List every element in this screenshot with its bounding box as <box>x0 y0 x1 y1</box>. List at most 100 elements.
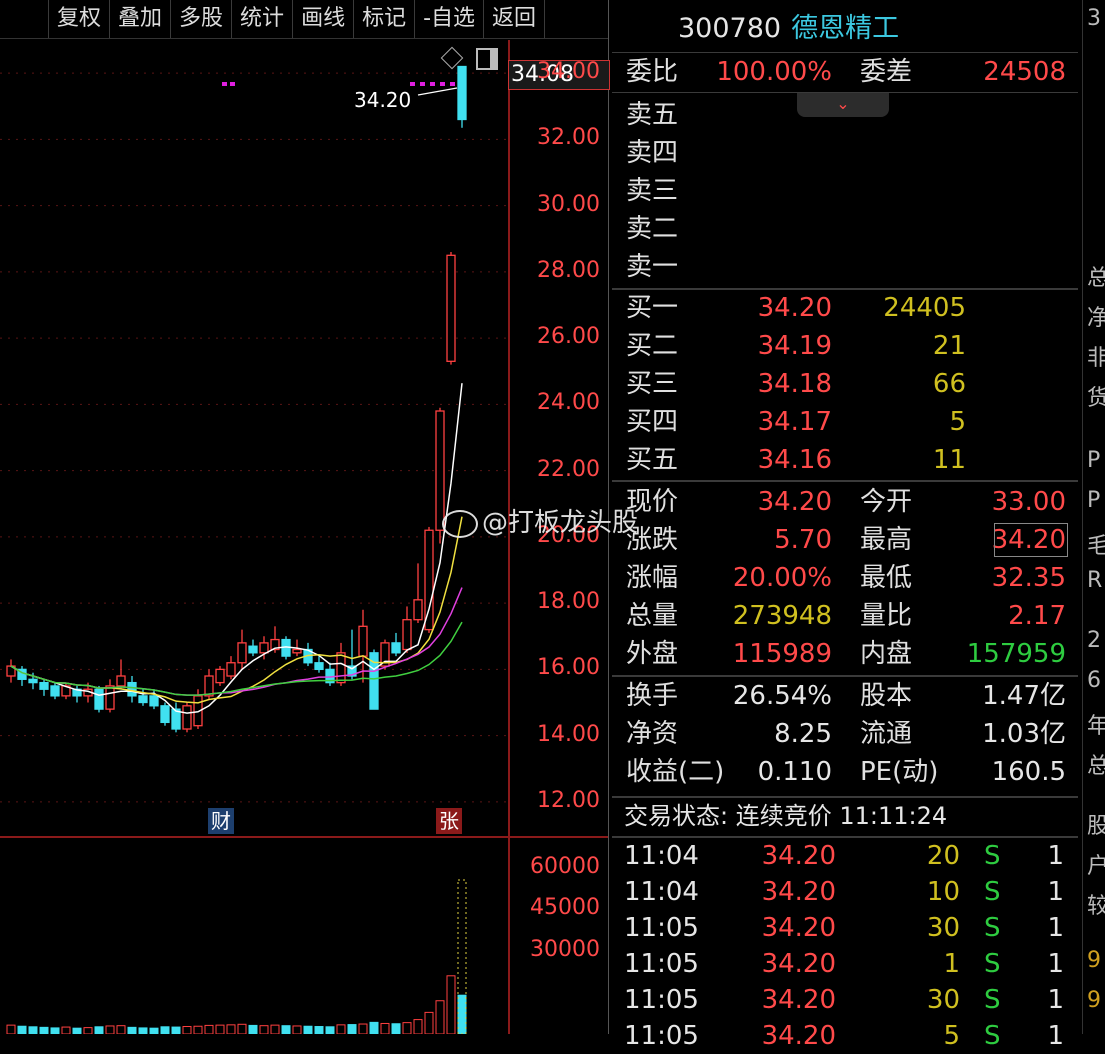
candle-body[interactable] <box>116 675 126 687</box>
fund-label: 换手 <box>626 681 679 711</box>
candle-body[interactable] <box>204 675 214 697</box>
volume-bar <box>204 1024 214 1034</box>
volume-bar <box>259 1025 269 1034</box>
price-axis-tick: 18.00 <box>537 589 600 615</box>
price-axis-tick: 16.00 <box>537 655 600 681</box>
candle-body[interactable] <box>391 642 401 654</box>
candle-body[interactable] <box>50 685 60 697</box>
signal-marker <box>222 82 227 86</box>
buy-level-price: 34.18 <box>757 369 832 399</box>
edge-glyph: 6 <box>1087 668 1101 693</box>
edge-glyph: 3 <box>1087 6 1101 31</box>
buy-level-volume: 66 <box>932 369 966 399</box>
candle-body[interactable] <box>314 662 324 671</box>
ma30-line <box>10 621 463 696</box>
window-toggle-icon[interactable] <box>476 48 498 70</box>
edge-glyph: 股 <box>1087 808 1105 840</box>
volume-bar <box>369 1021 379 1034</box>
candle-body[interactable] <box>402 619 412 651</box>
tick-volume: 1 <box>943 949 960 979</box>
tick-price: 34.20 <box>761 877 836 907</box>
stat-value: 32.35 <box>991 563 1066 593</box>
edge-glyph: 较 <box>1087 888 1105 920</box>
candle-body[interactable] <box>259 642 269 654</box>
signal-marker <box>430 82 435 86</box>
tick-price: 34.20 <box>761 913 836 943</box>
volume-bar <box>83 1027 93 1034</box>
candle-body[interactable] <box>446 254 456 362</box>
multi-stock-button[interactable]: 多股 <box>171 0 233 38</box>
candle-body[interactable] <box>424 529 434 631</box>
limit-up-tag[interactable]: 张 <box>436 808 462 834</box>
price-axis-tick: 34.00 <box>537 59 600 85</box>
candle-body[interactable] <box>457 65 467 121</box>
remove-watchlist-button[interactable]: -自选 <box>415 0 485 38</box>
stat-label: 外盘 <box>626 639 679 669</box>
stock-name[interactable]: 德恩精工 <box>791 13 899 44</box>
financial-report-tag[interactable]: 财 <box>208 808 234 834</box>
candle-body[interactable] <box>105 685 115 710</box>
volume-bar <box>138 1027 148 1034</box>
candle-body[interactable] <box>138 695 148 704</box>
tick-price: 34.20 <box>761 949 836 979</box>
tick-side: S <box>984 985 1001 1015</box>
tick-time: 11:04 <box>624 841 699 871</box>
volume-bar <box>28 1026 38 1034</box>
candle-body[interactable] <box>215 668 225 684</box>
volume-bar <box>72 1027 82 1034</box>
candle-body[interactable] <box>160 705 170 724</box>
edge-glyph: 户 <box>1087 848 1105 880</box>
stat-value: 33.00 <box>991 487 1066 517</box>
candle-body[interactable] <box>237 642 247 664</box>
candle-body[interactable] <box>248 645 258 654</box>
buy-level-label: 买三 <box>626 369 679 399</box>
price-axis-tick: 30.00 <box>537 191 600 217</box>
overlay-button[interactable]: 叠加 <box>110 0 172 38</box>
candle-body[interactable] <box>182 705 192 730</box>
candle-body[interactable] <box>226 662 236 677</box>
candle-body[interactable] <box>39 681 49 690</box>
candle-body[interactable] <box>413 599 423 621</box>
sell-level-label: 卖二 <box>626 214 679 244</box>
tick-count: 1 <box>1047 1021 1064 1051</box>
fund-label: 流通 <box>860 719 913 749</box>
restore-rights-button[interactable]: 复权 <box>48 0 111 38</box>
volume-bar <box>237 1023 247 1034</box>
stat-value: 2.17 <box>1008 601 1066 631</box>
tick-volume: 20 <box>926 841 960 871</box>
candle-body[interactable] <box>28 678 38 684</box>
collapse-button[interactable]: ⌄ <box>797 93 889 117</box>
sell-level-label: 卖三 <box>626 176 679 206</box>
candle-body[interactable] <box>149 695 159 707</box>
chart-toolbar: 复权 叠加 多股 统计 画线 标记 -自选 返回 <box>0 0 608 39</box>
candlestick-chart[interactable] <box>0 40 508 835</box>
book-separator <box>612 288 1078 290</box>
tick-time: 11:05 <box>624 1021 699 1051</box>
buy-level-volume: 5 <box>949 407 966 437</box>
candle-body[interactable] <box>336 652 346 684</box>
back-button[interactable]: 返回 <box>484 0 546 38</box>
weibo-icon <box>442 509 478 538</box>
fund-value: 1.47亿 <box>982 681 1066 711</box>
candle-body[interactable] <box>127 681 137 697</box>
volume-bar <box>127 1026 137 1034</box>
volume-chart[interactable] <box>0 840 508 1034</box>
volume-bar <box>303 1025 313 1034</box>
draw-line-button[interactable]: 画线 <box>293 0 355 38</box>
volume-bar <box>281 1025 291 1034</box>
candle-body[interactable] <box>94 688 104 710</box>
volume-bar <box>457 994 467 1034</box>
volume-bar <box>325 1026 335 1034</box>
statistics-button[interactable]: 统计 <box>232 0 294 38</box>
candle-body[interactable] <box>358 625 368 657</box>
volume-bar <box>380 1022 390 1034</box>
edge-glyph: P <box>1087 448 1101 473</box>
candle-body[interactable] <box>292 648 302 654</box>
tick-side: S <box>984 877 1001 907</box>
stat-label: 涨跌 <box>626 525 679 555</box>
mark-button[interactable]: 标记 <box>354 0 416 38</box>
tick-time: 11:05 <box>624 985 699 1015</box>
price-axis-tick: 24.00 <box>537 390 600 416</box>
fund-label: 股本 <box>860 681 913 711</box>
tick-side: S <box>984 1021 1001 1051</box>
